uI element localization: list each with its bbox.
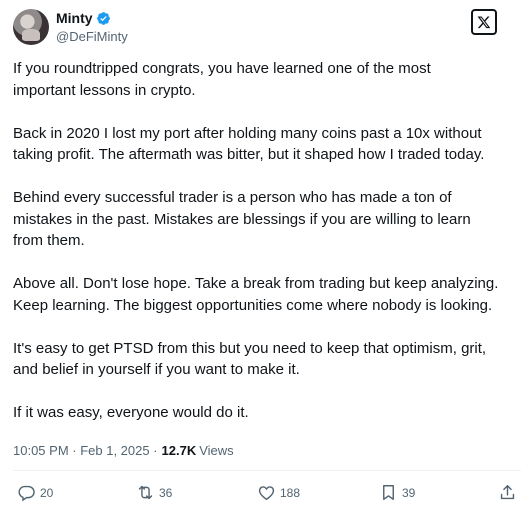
- views-label: Views: [199, 442, 234, 458]
- display-name-row: Minty: [56, 9, 128, 27]
- tweet-paragraph: If it was easy, everyone would do it.: [13, 404, 249, 421]
- tweet-text: If you roundtripped congrats, you have l…: [13, 58, 523, 445]
- avatar[interactable]: [13, 9, 49, 45]
- repost-button[interactable]: 36: [136, 483, 172, 502]
- reply-button[interactable]: 20: [17, 483, 53, 502]
- reply-count: 20: [40, 485, 54, 500]
- like-button[interactable]: 188: [257, 483, 300, 502]
- divider: [13, 470, 521, 471]
- handle[interactable]: @DeFiMinty: [56, 29, 128, 44]
- tweet-paragraph: Back in 2020 I lost my port after holdin…: [13, 124, 485, 164]
- views-count: 12.7K: [161, 442, 197, 458]
- bookmark-icon: [383, 485, 394, 500]
- bookmark-count: 39: [402, 485, 416, 500]
- verified-badge-icon: [96, 11, 110, 25]
- repost-count: 36: [159, 485, 173, 500]
- tweet-meta: 10:05 PM · Feb 1, 2025 · 12.7K Views: [13, 441, 234, 459]
- x-logo-icon[interactable]: [471, 9, 497, 35]
- display-name[interactable]: Minty: [56, 10, 93, 26]
- like-icon: [258, 486, 275, 501]
- bookmark-button[interactable]: 39: [379, 483, 415, 502]
- action-bar: 20 36 188 39: [13, 483, 521, 505]
- share-button[interactable]: [498, 483, 517, 502]
- author-names: Minty @DeFiMinty: [56, 9, 128, 44]
- repost-icon: [138, 485, 153, 500]
- share-icon: [500, 485, 515, 500]
- tweet-header: Minty @DeFiMinty: [13, 9, 523, 47]
- timestamp[interactable]: 10:05 PM · Feb 1, 2025 ·: [13, 443, 158, 458]
- tweet-paragraph: If you roundtripped congrats, you have l…: [13, 60, 431, 99]
- tweet-paragraph: It's easy to get PTSD from this but you …: [13, 339, 487, 379]
- like-count: 188: [280, 485, 301, 500]
- tweet-paragraph: Above all. Don't lose hope. Take a break…: [13, 275, 499, 314]
- reply-icon: [18, 485, 35, 502]
- tweet-paragraph: Behind every successful trader is a pers…: [13, 189, 471, 249]
